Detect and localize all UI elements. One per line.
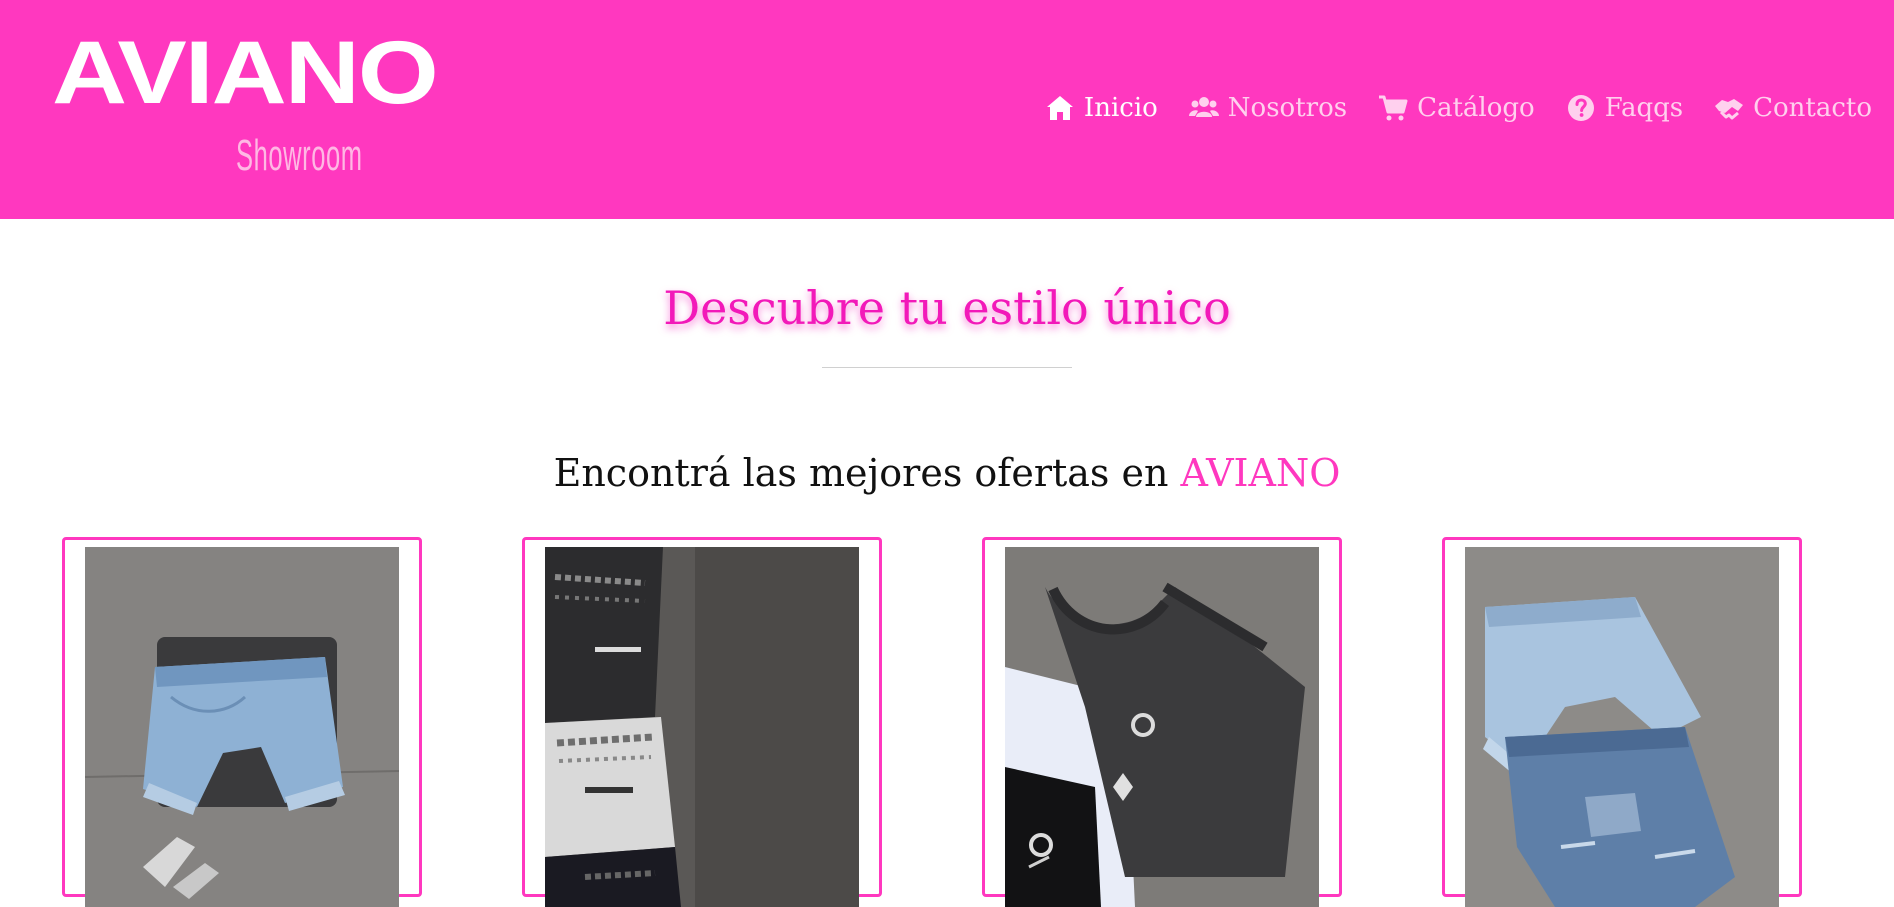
nav-label: Contacto xyxy=(1753,93,1872,123)
product-card[interactable] xyxy=(982,537,1342,907)
logo-subtitle: Showroom xyxy=(236,131,363,180)
product-image-two-denim-shorts[interactable] xyxy=(1465,547,1779,907)
handshake-icon xyxy=(1713,92,1745,124)
offers-brand: AVIANO xyxy=(1180,451,1341,495)
nav-item-inicio[interactable]: Inicio xyxy=(1044,88,1158,128)
home-icon xyxy=(1044,92,1076,124)
logo-wordmark: AVIANO xyxy=(52,22,439,123)
question-circle-icon xyxy=(1565,92,1597,124)
nav-item-nosotros[interactable]: Nosotros xyxy=(1188,88,1347,128)
nav-label: Nosotros xyxy=(1227,93,1348,123)
product-image-printed-tshirts[interactable] xyxy=(545,547,859,907)
product-card[interactable] xyxy=(1442,537,1802,907)
product-image-denim-shorts[interactable] xyxy=(85,547,399,907)
offers-text: Encontrá las mejores ofertas en xyxy=(553,451,1181,495)
users-icon xyxy=(1188,92,1220,124)
cart-icon xyxy=(1377,92,1409,124)
offers-heading: Encontrá las mejores ofertas en AVIANO xyxy=(0,446,1894,500)
site-header: AVIANO Showroom Inicio Nosotros Catálogo… xyxy=(0,0,1894,219)
product-card[interactable] xyxy=(522,537,882,907)
nav-item-faqqs[interactable]: Faqqs xyxy=(1565,88,1683,128)
nav-label: Faqqs xyxy=(1604,93,1684,123)
nav-label: Catálogo xyxy=(1417,93,1535,123)
brand-logo[interactable]: AVIANO Showroom xyxy=(52,28,439,188)
title-divider xyxy=(822,367,1072,368)
main-nav: Inicio Nosotros Catálogo Faqqs Contacto xyxy=(1014,88,1872,128)
product-card[interactable] xyxy=(62,537,422,907)
nav-item-contacto[interactable]: Contacto xyxy=(1713,88,1872,128)
hero-title: Descubre tu estilo único xyxy=(663,281,1231,335)
nav-label: Inicio xyxy=(1083,93,1158,123)
product-image-tank-tops[interactable] xyxy=(1005,547,1319,907)
nav-item-catalogo[interactable]: Catálogo xyxy=(1377,88,1535,128)
